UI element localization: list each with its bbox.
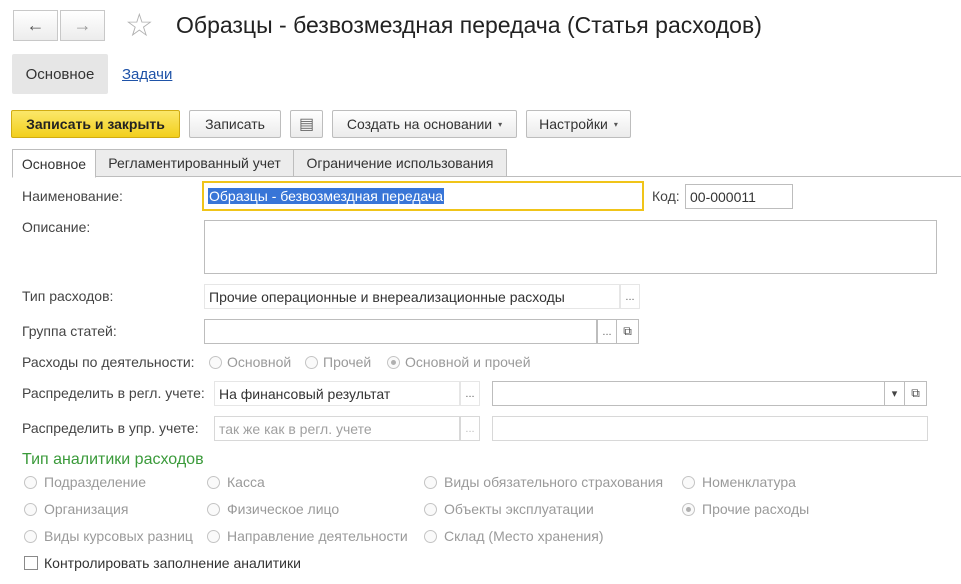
page-title: Образцы - безвозмездная передача (Статья… — [176, 12, 762, 38]
description-textarea[interactable] — [204, 220, 937, 274]
analytics-radio-other-expenses[interactable] — [682, 503, 695, 516]
expense-type-input[interactable]: Прочие операционные и внереализационные … — [204, 284, 620, 309]
code-input[interactable]: 00-000011 — [685, 184, 793, 209]
back-button[interactable]: ← — [13, 10, 58, 41]
arrow-left-icon: ← — [26, 15, 45, 35]
analytics-option-cashbox: Касса — [227, 474, 265, 490]
analytics-radio-department[interactable] — [24, 476, 37, 489]
analytics-option-direction: Направление деятельности — [227, 528, 408, 544]
control-analytics-label: Контролировать заполнение аналитики — [44, 555, 301, 571]
activity-option-main: Основной — [227, 354, 292, 370]
create-based-on-label: Создать на основании — [346, 116, 493, 132]
activity-option-other: Прочей — [323, 354, 372, 370]
code-label: Код: — [652, 188, 680, 204]
tab-regulated-accounting[interactable]: Регламентированный учет — [95, 149, 294, 177]
dist-mgmt-input[interactable]: так же как в регл. учете — [214, 416, 460, 441]
dist-reg-second-dropdown[interactable]: ▾ — [885, 381, 905, 406]
activity-option-both: Основной и прочей — [405, 354, 531, 370]
save-button[interactable]: Записать — [189, 110, 281, 138]
analytics-option-warehouse: Склад (Место хранения) — [444, 528, 604, 544]
group-choose-button[interactable]: ... — [597, 319, 617, 344]
ellipsis-icon: ... — [625, 290, 635, 303]
analytics-radio-direction[interactable] — [207, 530, 220, 543]
control-analytics-checkbox[interactable] — [24, 556, 38, 570]
analytics-radio-organization[interactable] — [24, 503, 37, 516]
dist-reg-input[interactable]: На финансовый результат — [214, 381, 460, 406]
dist-reg-second-input[interactable] — [492, 381, 885, 406]
chevron-down-icon: ▾ — [613, 119, 618, 129]
activity-label: Расходы по деятельности: — [22, 354, 195, 370]
analytics-radio-individual[interactable] — [207, 503, 220, 516]
create-based-on-button[interactable]: Создать на основании ▾ — [332, 110, 517, 138]
analytics-option-individual: Физическое лицо — [227, 501, 340, 517]
analytics-option-exchange-diff: Виды курсовых разниц — [44, 528, 193, 544]
ellipsis-icon: ... — [465, 387, 475, 400]
activity-radio-main[interactable] — [209, 356, 222, 369]
name-label: Наименование: — [22, 188, 123, 204]
open-icon: ⧉ — [911, 386, 920, 400]
group-input[interactable] — [204, 319, 597, 344]
name-input[interactable]: Образцы - безвозмездная передача — [202, 181, 644, 211]
document-list-button[interactable]: ▤ — [290, 110, 323, 138]
arrow-right-icon: → — [73, 15, 92, 35]
dist-mgmt-label: Распределить в упр. учете: — [22, 420, 199, 436]
forward-button[interactable]: → — [60, 10, 105, 41]
nav-link-tasks[interactable]: Задачи — [122, 66, 172, 83]
save-and-close-button[interactable]: Записать и закрыть — [11, 110, 180, 138]
ellipsis-icon: ... — [602, 325, 612, 338]
settings-label: Настройки — [539, 116, 608, 132]
document-icon: ▤ — [298, 116, 315, 133]
analytics-option-operation-objects: Объекты эксплуатации — [444, 501, 594, 517]
analytics-radio-warehouse[interactable] — [424, 530, 437, 543]
analytics-option-other-expenses: Прочие расходы — [702, 501, 810, 517]
activity-radio-other[interactable] — [305, 356, 318, 369]
settings-button[interactable]: Настройки ▾ — [526, 110, 631, 138]
name-value: Образцы - безвозмездная передача — [208, 188, 445, 204]
expense-type-choose-button[interactable]: ... — [620, 284, 640, 309]
group-label: Группа статей: — [22, 323, 117, 339]
tab-usage-restriction[interactable]: Ограничение использования — [293, 149, 507, 177]
expense-type-label: Тип расходов: — [22, 288, 114, 304]
group-open-button[interactable]: ⧉ — [617, 319, 639, 344]
nav-tab-main[interactable]: Основное — [12, 54, 108, 94]
analytics-option-nomenclature: Номенклатура — [702, 474, 796, 490]
analytics-option-department: Подразделение — [44, 474, 147, 490]
tab-divider — [12, 176, 961, 177]
chevron-down-icon: ▾ — [891, 388, 898, 400]
analytics-radio-operation-objects[interactable] — [424, 503, 437, 516]
chevron-down-icon: ▾ — [498, 119, 503, 129]
analytics-radio-cashbox[interactable] — [207, 476, 220, 489]
dist-reg-second-open-button[interactable]: ⧉ — [905, 381, 927, 406]
analytics-option-insurance: Виды обязательного страхования — [444, 474, 664, 490]
open-icon: ⧉ — [623, 324, 632, 338]
analytics-radio-nomenclature[interactable] — [682, 476, 695, 489]
dist-mgmt-choose-button[interactable]: ... — [460, 416, 480, 441]
star-icon[interactable]: ☆ — [125, 6, 154, 44]
dist-reg-choose-button[interactable]: ... — [460, 381, 480, 406]
activity-radio-both[interactable] — [387, 356, 400, 369]
ellipsis-icon: ... — [465, 422, 475, 435]
dist-mgmt-second-input[interactable] — [492, 416, 928, 441]
dist-reg-label: Распределить в регл. учете: — [22, 385, 205, 401]
analytics-radio-insurance[interactable] — [424, 476, 437, 489]
analytics-radio-exchange-diff[interactable] — [24, 530, 37, 543]
analytics-option-organization: Организация — [44, 501, 129, 517]
analytics-section-title: Тип аналитики расходов — [22, 451, 204, 468]
description-label: Описание: — [22, 219, 91, 235]
tab-main[interactable]: Основное — [12, 149, 96, 178]
